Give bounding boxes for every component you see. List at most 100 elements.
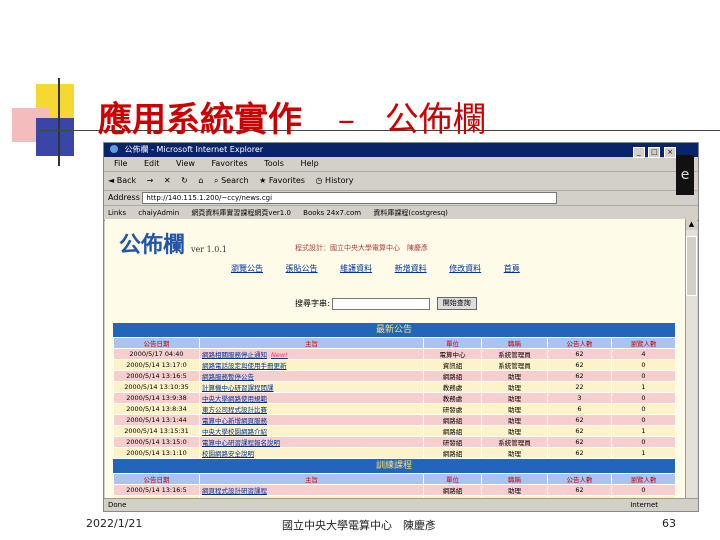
scroll-up-icon[interactable]: ▲ (686, 219, 697, 230)
search-button[interactable]: ⌕ Search (214, 172, 249, 190)
decor-vertical-line (58, 78, 60, 166)
column-header: 公告人數 (547, 473, 612, 485)
cell-views: 0 (611, 392, 676, 404)
link-item[interactable]: Books 24x7.com (303, 209, 361, 217)
subject-link[interactable]: 電算中心研習課程報名說明 (202, 439, 280, 447)
search-submit-button[interactable]: 開始查詢 (436, 297, 477, 310)
search-input[interactable] (332, 297, 431, 310)
cell-unit: 網路組 (423, 447, 482, 459)
maximize-button[interactable]: □ (648, 147, 661, 158)
subject-link[interactable]: 網路相關服務停止通知 (202, 351, 267, 359)
menu-file[interactable]: File (114, 159, 127, 168)
table-row: 2000/5/14 13:15:31 中央大學校園網路介紹 網路組 助理 62 1 (113, 425, 676, 437)
subject-link[interactable]: 校園網路安全說明 (202, 450, 254, 458)
menu-edit[interactable]: Edit (144, 159, 160, 168)
subject-link[interactable]: 計算機中心研習課程開課 (202, 384, 274, 392)
footer-org: 國立中央大學電算中心 陳慶彥 (282, 519, 436, 532)
cell-date: 2000/5/14 13:16:5 (113, 370, 200, 382)
cell-subject[interactable]: 校園網路安全說明 (199, 447, 424, 459)
minimize-button[interactable]: _ (632, 147, 645, 158)
column-header: 公告日期 (113, 337, 200, 349)
subject-link[interactable]: 網頁程式設計研習課程 (202, 487, 267, 495)
cell-subject[interactable]: 電算中心新增網頁服務 (199, 414, 424, 426)
nav-home[interactable]: 首頁 (504, 264, 520, 273)
column-header: 職稱 (481, 473, 548, 485)
cell-subject[interactable]: 網頁程式設計研習課程 (199, 484, 424, 496)
board-logo: 公佈欄 ver 1.0.1 (119, 227, 227, 259)
cell-date: 2000/5/14 13:17:0 (113, 359, 200, 371)
ie-icon (110, 145, 118, 153)
cell-title: 助理 (481, 447, 548, 459)
subject-link[interactable]: 東方公司程式設計比賽 (202, 406, 267, 414)
cell-date: 2000/5/14 13:1:44 (113, 414, 200, 426)
cell-subject[interactable]: 東方公司程式設計比賽 (199, 403, 424, 415)
menu-view[interactable]: View (176, 159, 195, 168)
search-row: 搜尋字串: 開始查詢 (295, 297, 477, 310)
cell-title: 助理 (481, 370, 548, 382)
stop-button[interactable]: ✕ (164, 172, 171, 190)
latest-table: 公告日期 主旨 單位 職稱 公告人數 瀏覽人數 2000/5/17 04:40 網路相關服務… (113, 337, 676, 459)
cell-subject[interactable]: 計算機中心研習課程開課 (199, 381, 424, 393)
cell-views: 4 (611, 348, 676, 360)
cell-title: 助理 (481, 414, 548, 426)
column-header: 單位 (423, 337, 482, 349)
close-button[interactable]: × (664, 147, 676, 158)
back-button[interactable]: ◄ Back (108, 172, 136, 190)
nav-maintain[interactable]: 維護資料 (340, 264, 372, 273)
window-title: 公佈欄 - Microsoft Internet Explorer (124, 145, 264, 154)
cell-subject[interactable]: 網路相關服務停止通知 New! (199, 348, 424, 360)
cell-count: 3 (547, 392, 612, 404)
training-heading: 訓練課程 (113, 459, 675, 473)
training-table: 公告日期 主旨 單位 職稱 公告人數 瀏覽人數 2000/5/14 13:16:5 網頁程式… (113, 473, 676, 499)
history-button[interactable]: ◷ History (316, 172, 354, 190)
nav-add[interactable]: 新增資料 (395, 264, 427, 273)
home-button[interactable]: ⌂ (198, 172, 203, 190)
cell-count: 62 (547, 484, 612, 496)
cell-count: 62 (547, 370, 612, 382)
link-item[interactable]: 網頁資料庫實習課程網頁ver1.0 (191, 209, 290, 217)
nav-edit[interactable]: 修改資料 (449, 264, 481, 273)
menu-help[interactable]: Help (300, 159, 318, 168)
cell-title: 助理 (481, 392, 548, 404)
link-item[interactable]: 資料庫課程(costgresq) (373, 209, 448, 217)
subject-link[interactable]: 中央大學校園網路介紹 (202, 428, 267, 436)
address-input[interactable]: http://140.115.1.200/~ccy/news.cgi (142, 191, 558, 204)
page-viewport: 公佈欄 ver 1.0.1 程式設計：國立中央大學電算中心 陳慶彥 瀏覽公告 張貼… (105, 219, 685, 499)
cell-unit: 教務處 (423, 392, 482, 404)
toolbar: ◄ Back → ✕ ↻ ⌂ ⌕ Search ★ Favorites ◷ Hi… (104, 172, 698, 191)
favorites-button[interactable]: ★ Favorites (259, 172, 305, 190)
subject-link[interactable]: 中央大學網路使用規範 (202, 395, 267, 403)
link-item[interactable]: chaiyAdmin (138, 209, 179, 217)
cell-subject[interactable]: 中央大學校園網路介紹 (199, 425, 424, 437)
slide-title: 應用系統實作 – 公佈欄 (98, 92, 487, 141)
cell-unit: 網路組 (423, 425, 482, 437)
nav-post[interactable]: 張貼公告 (286, 264, 318, 273)
history-label: History (325, 176, 354, 185)
cell-subject[interactable]: 網路服務暫停公告 (199, 370, 424, 382)
cell-subject[interactable]: 電算中心研習課程報名說明 (199, 436, 424, 448)
cell-title: 系統管理員 (481, 348, 548, 360)
table-row: 2000/5/14 13:10:35 計算機中心研習課程開課 教務處 助理 22 1 (113, 381, 676, 393)
vertical-scrollbar[interactable]: ▲ (685, 219, 697, 499)
nav-browse[interactable]: 瀏覽公告 (231, 264, 263, 273)
subject-link[interactable]: 電算中心新增網頁服務 (202, 417, 267, 425)
cell-count: 62 (547, 436, 612, 448)
cell-unit: 網路組 (423, 484, 482, 496)
status-zone: Internet (630, 501, 658, 509)
table-row: 2000/5/14 13:8:34 東方公司程式設計比賽 研發處 助理 6 0 (113, 403, 676, 415)
cell-subject[interactable]: 中央大學網路使用規範 (199, 392, 424, 404)
menu-bar: File Edit View Favorites Tools Help (104, 157, 698, 172)
back-label: Back (116, 176, 137, 185)
menu-tools[interactable]: Tools (264, 159, 284, 168)
cell-count: 22 (547, 381, 612, 393)
subject-link[interactable]: 網路電話設定與使用手冊更新 (202, 362, 287, 370)
forward-button[interactable]: → (147, 172, 154, 190)
cell-date: 2000/5/14 13:15:31 (113, 425, 200, 437)
menu-favorites[interactable]: Favorites (212, 159, 248, 168)
cell-subject[interactable]: 網路電話設定與使用手冊更新 (199, 359, 424, 371)
refresh-button[interactable]: ↻ (181, 172, 188, 190)
subject-link[interactable]: 網路服務暫停公告 (202, 373, 254, 381)
cell-unit: 研發組 (423, 436, 482, 448)
table-row: 2000/5/14 13:16:5 網路服務暫停公告 網路組 助理 62 0 (113, 370, 676, 382)
scroll-thumb[interactable] (686, 236, 697, 296)
